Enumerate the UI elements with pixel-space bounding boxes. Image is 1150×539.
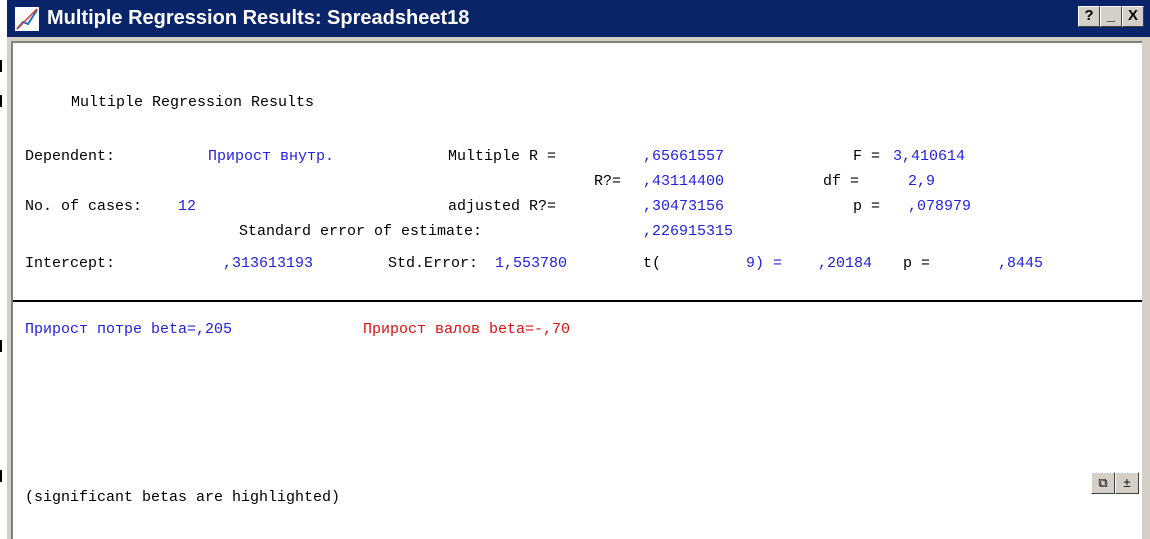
f-value: 3,410614 <box>893 148 966 165</box>
multiple-r-value: ,65661557 <box>643 148 725 165</box>
df-value: 2,9 <box>908 173 936 190</box>
adjusted-r2-value: ,30473156 <box>643 198 725 215</box>
t-label: t( <box>643 255 662 272</box>
results-pane: Multiple Regression Results Dependent: П… <box>11 41 1142 539</box>
window-title: Multiple Regression Results: Spreadsheet… <box>47 7 470 29</box>
help-button[interactable]: ? <box>1078 6 1100 27</box>
copy-button[interactable]: ⧉ <box>1091 472 1115 494</box>
statistica-graph-icon <box>15 7 39 31</box>
intercept-label: Intercept: <box>25 255 116 272</box>
title-bar[interactable]: Multiple Regression Results: Spreadsheet… <box>7 0 1150 37</box>
cases-label: No. of cases: <box>25 198 143 215</box>
df-label: df = <box>823 173 860 190</box>
toggle-button[interactable]: ± <box>1115 472 1139 494</box>
p-value: ,078979 <box>908 198 972 215</box>
t-value: ,20184 <box>818 255 873 272</box>
stderr-estimate-label: Standard error of estimate: <box>239 223 483 240</box>
p2-label: p = <box>903 255 931 272</box>
dependent-value: Прирост внутр. <box>208 148 335 165</box>
intercept-value: ,313613193 <box>223 255 314 272</box>
std-error-value: 1,553780 <box>495 255 568 272</box>
beta-valov: Прирост валов beta=-,70 <box>363 321 571 338</box>
left-edge <box>0 0 4 539</box>
multiple-r-label: Multiple R = <box>448 148 557 165</box>
r2-label: R?= <box>594 173 622 190</box>
p-label: p = <box>853 198 881 215</box>
report-heading: Multiple Regression Results <box>71 94 315 111</box>
f-label: F = <box>853 148 881 165</box>
t-df: 9) = <box>746 255 783 272</box>
plus-minus-icon: ± <box>1123 475 1131 490</box>
cases-value: 12 <box>178 198 197 215</box>
minimize-button[interactable]: _ <box>1100 6 1122 27</box>
footnote: (significant betas are highlighted) <box>25 489 341 506</box>
r2-value: ,43114400 <box>643 173 725 190</box>
adjusted-r2-label: adjusted R?= <box>448 198 557 215</box>
dependent-label: Dependent: <box>25 148 116 165</box>
p2-value: ,8445 <box>998 255 1044 272</box>
close-button[interactable]: X <box>1122 6 1144 27</box>
regression-results-window: Multiple Regression Results: Spreadsheet… <box>7 0 1150 539</box>
beta-potreb: Прирост потре beta=,205 <box>25 321 233 338</box>
section-divider <box>13 300 1142 302</box>
std-error-label: Std.Error: <box>388 255 479 272</box>
copy-icon: ⧉ <box>1098 475 1108 490</box>
stderr-estimate-value: ,226915315 <box>643 223 734 240</box>
